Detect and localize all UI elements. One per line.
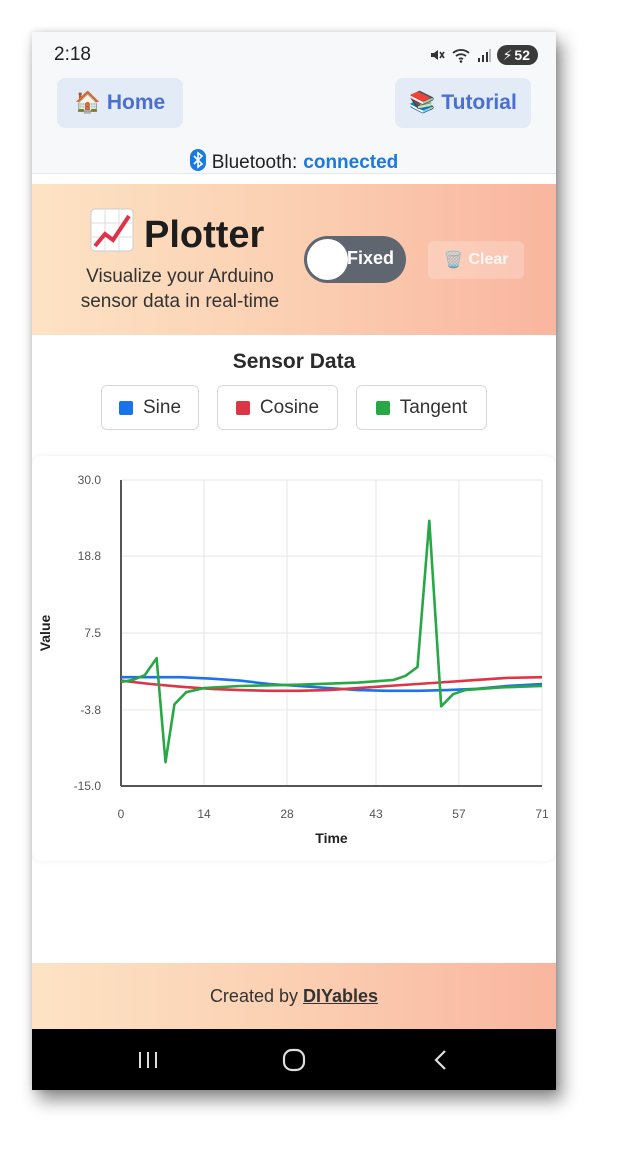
chart-increasing-icon xyxy=(90,208,134,262)
series-line-tangent xyxy=(120,519,543,764)
line-chart: 0 14 28 43 57 71 30.0 18.8 7.5 -3.8 -15.0 Time Value xyxy=(37,473,549,846)
clear-label: Clear xyxy=(468,251,509,268)
bluetooth-status-row: Bluetooth: connected xyxy=(32,142,556,184)
footer-text: Created by xyxy=(209,985,298,1006)
page-title: Plotter xyxy=(90,208,264,262)
mute-icon xyxy=(429,47,445,63)
trash-icon: 🗑️ xyxy=(443,252,464,269)
fixed-toggle[interactable]: Fixed xyxy=(304,236,406,283)
legend-sine-button[interactable]: Sine xyxy=(101,385,199,430)
x-tick-label: 71 xyxy=(535,807,549,821)
home-button[interactable]: 🏠 Home xyxy=(57,78,183,128)
y-tick-label: 18.8 xyxy=(78,549,102,563)
home-circle-icon[interactable] xyxy=(274,1045,314,1075)
legend-sine-label: Sine xyxy=(142,396,182,418)
plotter-header: Plotter Visualize your Arduino sensor da… xyxy=(32,184,556,335)
phone-screen: 2:18 ⚡ 52 🏠 Home 📚 Tutorial Bluetooth: c… xyxy=(32,32,556,1090)
page-title-text: Plotter xyxy=(144,213,265,256)
tangent-swatch xyxy=(375,400,390,415)
legend-tangent-label: Tangent xyxy=(399,396,468,418)
wifi-icon xyxy=(451,47,471,63)
battery-icon: ⚡ 52 xyxy=(496,45,538,65)
signal-icon xyxy=(477,48,491,62)
bolt-icon: ⚡ xyxy=(502,46,513,63)
battery-level: 52 xyxy=(514,47,530,63)
status-icons: ⚡ 52 xyxy=(429,44,538,66)
back-icon[interactable] xyxy=(421,1045,461,1075)
x-tick-label: 0 xyxy=(118,807,125,821)
cosine-swatch xyxy=(235,400,250,415)
x-tick-label: 14 xyxy=(197,807,211,821)
toggle-label: Fixed xyxy=(347,248,395,268)
legend-cosine-label: Cosine xyxy=(259,396,320,418)
x-tick-label: 57 xyxy=(452,807,466,821)
sensor-title: Sensor Data xyxy=(232,350,356,373)
bluetooth-status: connected xyxy=(303,152,399,173)
legend-cosine-button[interactable]: Cosine xyxy=(217,385,338,430)
books-icon: 📚 xyxy=(409,91,436,114)
page-subtitle: Visualize your Arduino sensor data in re… xyxy=(80,266,280,312)
recents-icon[interactable] xyxy=(128,1045,168,1075)
chart-card: 0 14 28 43 57 71 30.0 18.8 7.5 -3.8 -15.0 Time Value xyxy=(32,456,556,861)
legend-tangent-button[interactable]: Tangent xyxy=(356,385,487,430)
x-tick-label: 43 xyxy=(369,807,383,821)
footer-link[interactable]: DIYables xyxy=(303,986,378,1007)
house-icon: 🏠 xyxy=(74,91,101,114)
y-tick-label: -3.8 xyxy=(80,703,101,717)
status-bar: 2:18 ⚡ 52 xyxy=(32,32,556,76)
home-label: Home xyxy=(106,91,166,114)
y-tick-label: 7.5 xyxy=(84,626,101,640)
y-axis-label: Value xyxy=(37,615,53,652)
footer: Created by DIYables xyxy=(32,963,556,1029)
clear-button[interactable]: 🗑️ Clear xyxy=(428,241,524,279)
x-tick-label: 28 xyxy=(280,807,294,821)
bluetooth-icon xyxy=(189,149,206,177)
tutorial-button[interactable]: 📚 Tutorial xyxy=(395,78,531,128)
y-tick-label: 30.0 xyxy=(78,473,102,487)
status-time: 2:18 xyxy=(54,44,91,65)
system-navigation-bar xyxy=(32,1029,556,1090)
toggle-knob xyxy=(307,239,348,280)
bluetooth-label: Bluetooth: xyxy=(211,152,298,173)
tutorial-label: Tutorial xyxy=(441,91,517,114)
y-tick-label: -15.0 xyxy=(74,779,102,793)
sine-swatch xyxy=(118,400,133,415)
x-axis-label: Time xyxy=(315,830,348,846)
